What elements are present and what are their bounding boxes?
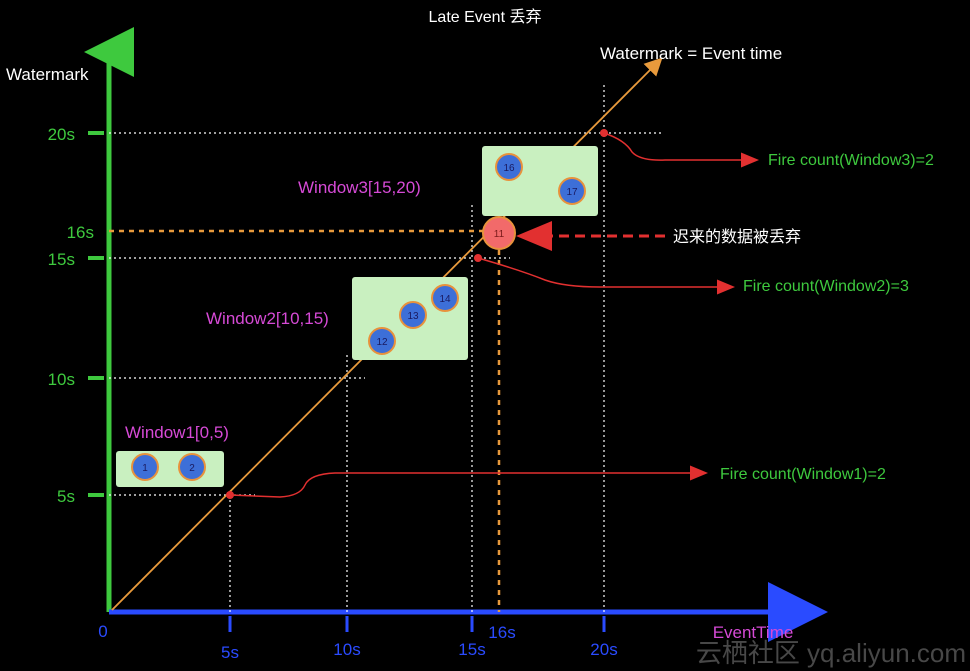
event-circle: 12 [368, 327, 396, 355]
svg-text:17: 17 [566, 187, 578, 198]
y-tick-16s: 16s [67, 223, 94, 242]
svg-text:20s: 20s [590, 640, 617, 659]
svg-text:13: 13 [407, 311, 419, 322]
x-tick-16s: 16s [488, 623, 515, 642]
event-circle: 13 [399, 301, 427, 329]
svg-text:16s: 16s [488, 623, 515, 642]
svg-text:12: 12 [376, 337, 388, 348]
y-axis-label: Watermark [6, 65, 89, 84]
diagram-title: Late Event 丢弃 [429, 8, 542, 26]
svg-text:10s: 10s [48, 370, 75, 389]
fire-arrow-window1 [229, 465, 708, 498]
watermark-line-label: Watermark = Event time [600, 44, 782, 63]
event-circle: 2 [178, 453, 206, 481]
svg-text:10s: 10s [333, 640, 360, 659]
svg-text:16: 16 [503, 163, 515, 174]
late-event-circle: 11 [482, 216, 516, 250]
fire-count-window3: Fire count(Window3)=2 [768, 152, 934, 169]
svg-text:14: 14 [439, 294, 451, 305]
svg-text:5s: 5s [57, 487, 75, 506]
x-axis-origin: 0 [98, 622, 107, 641]
svg-text:16s: 16s [67, 223, 94, 242]
event-circle: 14 [431, 284, 459, 312]
svg-text:5s: 5s [221, 643, 239, 662]
y-tick-15s: 15s [48, 250, 104, 269]
window3-label: Window3[15,20) [298, 178, 421, 197]
source-watermark: 云栖社区 yq.aliyun.com [696, 638, 966, 668]
svg-text:11: 11 [494, 229, 505, 240]
late-event-note: 迟来的数据被丢弃 [673, 228, 801, 246]
svg-text:2: 2 [189, 463, 195, 474]
svg-text:1: 1 [142, 463, 148, 474]
svg-text:15s: 15s [458, 640, 485, 659]
event-circle: 1 [131, 453, 159, 481]
event-circle: 17 [558, 177, 586, 205]
x-tick-20s: 20s [590, 616, 618, 659]
y-tick-20s: 20s [48, 125, 104, 144]
y-tick-10s: 10s [48, 370, 104, 389]
fire-count-window1: Fire count(Window1)=2 [720, 466, 886, 483]
window1-label: Window1[0,5) [125, 423, 229, 442]
late-event-diagram: Late Event 丢弃 Watermark 20s 16s 15s 10s … [6, 8, 966, 668]
svg-text:20s: 20s [48, 125, 75, 144]
window2-label: Window2[10,15) [206, 309, 329, 328]
event-circle: 16 [495, 153, 523, 181]
fire-arrow-window3 [603, 132, 759, 168]
x-tick-10s: 10s [333, 616, 361, 659]
fire-count-window2: Fire count(Window2)=3 [743, 278, 909, 295]
x-tick-15s: 15s [458, 616, 486, 659]
svg-text:15s: 15s [48, 250, 75, 269]
y-tick-5s: 5s [57, 487, 104, 506]
fire-arrow-window2 [477, 257, 735, 295]
x-tick-5s: 5s [221, 616, 239, 662]
